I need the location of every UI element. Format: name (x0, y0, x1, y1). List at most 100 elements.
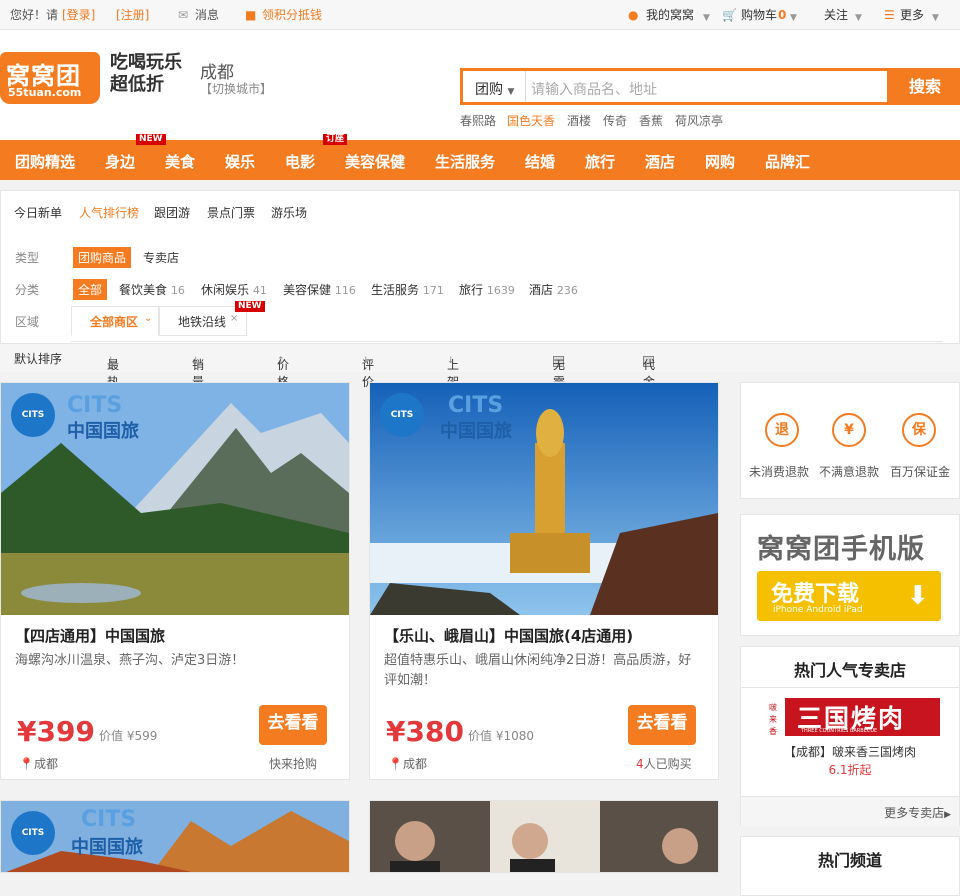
search-button[interactable]: 搜索 (890, 68, 960, 105)
deposit-shield-icon: 保 (902, 413, 936, 447)
area-tab-subway-label: 地铁沿线 (178, 315, 227, 329)
tab-tickets[interactable]: 景点门票 (207, 204, 255, 221)
slogan-line-2: 超低折 (110, 74, 164, 95)
cits-logo-icon: CITS (380, 393, 424, 437)
hot-word[interactable]: 传奇 (603, 112, 627, 129)
category-all[interactable]: 全部 (73, 279, 108, 300)
cits-logo-text: CITS (21, 410, 45, 420)
cits-brand-en: CITS (448, 393, 504, 418)
nav-item-travel[interactable]: 旅行 (585, 151, 615, 172)
cits-logo-icon: CITS (11, 393, 55, 437)
category-travel[interactable]: 旅行 1639 (459, 281, 515, 298)
type-option-stores[interactable]: 专卖店 (143, 249, 179, 266)
close-icon[interactable]: × (230, 313, 238, 324)
hot-word[interactable]: 香蕉 (639, 112, 663, 129)
message-link[interactable]: 消息 (195, 7, 219, 23)
deal-card[interactable]: CITS CITS 中国国旅 【四店通用】中国国旅 海螺沟冰川温泉、燕子沟、泸定… (0, 382, 350, 780)
points-offset-link[interactable]: 领积分抵钱 (262, 7, 322, 23)
my-account-menu[interactable]: 我的窝窝 (646, 7, 694, 23)
tab-group-tour[interactable]: 跟团游 (154, 204, 190, 221)
type-option-deals[interactable]: 团购商品 (73, 247, 132, 268)
category-count: 1639 (486, 284, 515, 297)
more-menu[interactable]: 更多 (900, 7, 924, 23)
category-hotel[interactable]: 酒店 236 (529, 281, 578, 298)
arrow-down-icon: ↓ (107, 356, 115, 366)
search-input[interactable]: 请输入商品名、地址 (531, 79, 657, 99)
category-food[interactable]: 餐饮美食 16 (119, 281, 185, 298)
guarantee-label: 不满意退款 (819, 465, 880, 479)
view-deal-button[interactable]: 去看看 (259, 705, 327, 745)
nav-item-beauty[interactable]: 美容保健 (345, 151, 405, 172)
nav-item-brands[interactable]: 品牌汇 (765, 151, 810, 172)
sort-default[interactable]: 默认排序 (14, 350, 62, 367)
hot-word[interactable]: 春熙路 (460, 112, 496, 129)
area-tab-subway[interactable]: 地铁沿线 × NEW (159, 301, 265, 336)
nav-item-wedding[interactable]: 结婚 (525, 151, 555, 172)
guarantee-label: 百万保证金 (890, 465, 951, 479)
site-logo[interactable]: 窝窝团 55tuan.com (0, 52, 100, 104)
slogan-line-1: 吃喝玩乐 (110, 52, 182, 73)
hot-word[interactable]: 国色天香 (507, 112, 555, 129)
nav-item-featured[interactable]: 团购精选 (15, 151, 75, 172)
hot-channels-panel: 热门频道 (740, 836, 960, 896)
deal-sold-status: 快来抢购 (269, 757, 318, 771)
nav-item-online-shop[interactable]: 网购 (705, 151, 735, 172)
nav-item-life-services[interactable]: 生活服务 (435, 151, 495, 172)
chevron-down-icon: ⌄ (144, 313, 153, 324)
nav-item-nearby[interactable]: 身边 (105, 151, 135, 172)
search-category-select[interactable]: 团购 ▼ (475, 79, 514, 99)
switch-city-link[interactable]: 【切换城市】 (200, 80, 272, 97)
view-deal-button[interactable]: 去看看 (628, 705, 696, 745)
message-icon: ✉ (178, 8, 189, 22)
tab-popular[interactable]: 人气排行榜 (79, 204, 139, 221)
tab-new-today[interactable]: 今日新单 (14, 204, 62, 221)
app-download-button[interactable]: 免费下载 iPhone Android iPad ⬇ (757, 571, 941, 621)
deal-card[interactable]: CITS CITS 中国国旅 (0, 800, 350, 873)
cits-logo-icon: CITS (11, 811, 55, 855)
area-tab-all[interactable]: 全部商区 ⌄ (71, 306, 159, 336)
login-link[interactable]: [登录] (62, 7, 95, 23)
category-beauty[interactable]: 美容保健 116 (283, 281, 356, 298)
deal-card[interactable]: CITS CITS 中国国旅 【乐山、峨眉山】中国国旅(4店通用) 超值特惠乐山… (369, 382, 719, 780)
tab-amusement-park[interactable]: 游乐场 (271, 204, 307, 221)
shop-banner[interactable]: 啵来香 三国烤肉 THREE COUNTRIES BARBECUE (761, 698, 940, 736)
hot-word[interactable]: 荷风凉亭 (675, 112, 723, 129)
more-shops-link[interactable]: 更多专卖店▶ (884, 804, 951, 821)
area-label: 区域 (15, 315, 40, 329)
deal-photo[interactable]: CITS CITS 中国国旅 (1, 383, 349, 615)
app-download-panel: 窝窝团手机版 免费下载 iPhone Android iPad ⬇ (740, 514, 960, 636)
category-name: 生活服务 (371, 283, 420, 297)
deal-photo[interactable]: CITS CITS 中国国旅 (370, 383, 718, 615)
deal-description: 海螺沟冰川温泉、燕子沟、泸定3日游！ (15, 653, 245, 668)
category-name: 休闲娱乐 (201, 283, 250, 297)
deal-title[interactable]: 【乐山、峨眉山】中国国旅(4店通用) (384, 625, 633, 646)
shop-name[interactable]: 【成都】啵来香三国烤肉 (741, 743, 959, 760)
category-count: 41 (252, 284, 267, 297)
hot-channels-title: 热门频道 (817, 851, 882, 870)
register-link[interactable]: [注册] (116, 7, 149, 23)
hot-word[interactable]: 酒楼 (567, 112, 591, 129)
nav-item-movie[interactable]: 电影 (285, 151, 315, 172)
category-entertainment[interactable]: 休闲娱乐 41 (201, 281, 267, 298)
deal-title[interactable]: 【四店通用】中国国旅 (15, 625, 165, 646)
nav-item-entertainment[interactable]: 娱乐 (225, 151, 255, 172)
category-life[interactable]: 生活服务 171 (371, 281, 444, 298)
type-label: 类型 (15, 251, 40, 265)
category-name: 餐饮美食 (119, 283, 168, 297)
more-shops-label: 更多专卖店 (884, 806, 945, 820)
nav-item-hotel[interactable]: 酒店 (645, 151, 675, 172)
cart-count: 0 (778, 8, 787, 22)
search-box: 团购 ▼ 请输入商品名、地址 (460, 68, 890, 105)
chevron-down-icon: ▼ (932, 13, 939, 23)
deal-card[interactable] (369, 800, 719, 873)
follow-menu[interactable]: 关注 (824, 7, 848, 23)
cart-link[interactable]: 购物车 (741, 7, 777, 23)
deal-original-value: 价值 ¥599 (99, 729, 158, 743)
chevron-down-icon: ▼ (507, 87, 515, 97)
logo-domain: 55tuan.com (8, 86, 82, 99)
new-badge: NEW (235, 301, 265, 312)
cits-logo-text: CITS (21, 828, 45, 838)
cits-brand-en: CITS (81, 807, 137, 832)
nav-item-food[interactable]: 美食 (165, 151, 195, 172)
arrow-down-icon: ↓ (447, 356, 455, 366)
